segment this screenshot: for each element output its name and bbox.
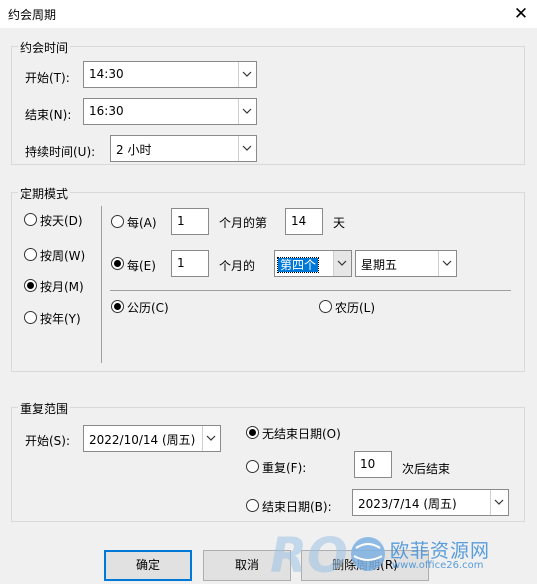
weekday-dropdown[interactable] <box>438 251 456 276</box>
end-by-label[interactable]: 结束日期(B): <box>262 498 332 515</box>
ordinal-dropdown[interactable] <box>333 251 351 276</box>
appointment-time-legend: 约会时间 <box>18 39 71 56</box>
end-time-value: 16:30 <box>89 104 124 118</box>
gregorian-radio[interactable] <box>111 300 124 313</box>
end-by-value: 2023/7/14 (周五) <box>358 497 457 511</box>
close-button[interactable]: ✕ <box>510 3 532 25</box>
end-after-label[interactable]: 重复(F): <box>262 459 306 476</box>
weekday-combo[interactable]: 星期五 <box>355 250 457 277</box>
chevron-down-icon <box>242 71 252 77</box>
duration-combo[interactable]: 2 小时 <box>110 135 257 162</box>
recurrence-pattern-legend: 定期模式 <box>18 185 71 202</box>
occurrences-input[interactable]: 10 <box>354 451 392 478</box>
occurrences-value: 10 <box>360 457 376 471</box>
close-icon: ✕ <box>513 4 529 24</box>
monthly-weekday-months-value: 1 <box>177 256 185 270</box>
chevron-down-icon <box>337 260 347 266</box>
recurrence-pattern-group <box>11 192 525 372</box>
end-by-dropdown[interactable] <box>490 490 508 515</box>
weekday-value: 星期五 <box>361 258 398 272</box>
daily-radio[interactable] <box>24 213 37 226</box>
occurrences-suffix: 次后结束 <box>402 462 451 476</box>
monthly-weekday-mid-label: 个月的 <box>219 259 256 273</box>
start-time-value: 14:30 <box>89 67 124 81</box>
ordinal-value: 第四个 <box>276 257 320 273</box>
duration-value: 2 小时 <box>116 143 152 157</box>
monthly-weekday-label[interactable]: 每(E) <box>127 257 156 274</box>
title-bar <box>0 0 537 28</box>
remove-recurrence-button[interactable]: 删除周期(R) <box>301 550 429 581</box>
monthly-day-months-value: 1 <box>177 214 185 228</box>
chevron-down-icon <box>242 145 252 151</box>
monthly-radio[interactable] <box>24 279 37 292</box>
weekly-label[interactable]: 按周(W) <box>40 247 85 264</box>
weekly-radio[interactable] <box>24 248 37 261</box>
yearly-radio[interactable] <box>24 311 37 324</box>
duration-dropdown[interactable] <box>238 136 256 161</box>
chevron-down-icon <box>206 435 216 441</box>
no-end-label[interactable]: 无结束日期(O) <box>262 425 341 442</box>
end-time-dropdown[interactable] <box>238 99 256 124</box>
range-start-combo[interactable]: 2022/10/14 (周五) <box>83 425 221 452</box>
day-of-month-value: 14 <box>291 214 307 228</box>
daily-label[interactable]: 按天(D) <box>40 212 83 229</box>
range-start-value: 2022/10/14 (周五) <box>89 433 196 447</box>
start-time-label: 开始(T): <box>25 71 70 85</box>
ok-button[interactable]: 确定 <box>104 550 192 581</box>
yearly-label[interactable]: 按年(Y) <box>40 310 81 327</box>
end-by-combo[interactable]: 2023/7/14 (周五) <box>352 489 509 516</box>
range-start-label: 开始(S): <box>25 434 71 448</box>
chevron-down-icon <box>242 108 252 114</box>
monthly-label[interactable]: 按月(M) <box>40 278 84 295</box>
end-by-radio[interactable] <box>246 499 259 512</box>
dialog-title: 约会周期 <box>8 8 57 22</box>
no-end-radio[interactable] <box>246 426 259 439</box>
monthly-day-mid-label: 个月的第 <box>219 216 268 230</box>
lunar-label[interactable]: 农历(L) <box>335 299 375 316</box>
day-of-month-input[interactable]: 14 <box>285 208 323 235</box>
pattern-divider <box>101 206 102 363</box>
monthly-day-radio[interactable] <box>111 215 124 228</box>
day-unit-label: 天 <box>333 216 346 230</box>
monthly-day-label[interactable]: 每(A) <box>127 214 157 231</box>
end-time-label: 结束(N): <box>25 108 72 122</box>
start-time-combo[interactable]: 14:30 <box>83 61 257 88</box>
ordinal-combo[interactable]: 第四个 <box>274 250 352 277</box>
cancel-button[interactable]: 取消 <box>203 550 291 581</box>
start-time-dropdown[interactable] <box>238 62 256 87</box>
calendar-divider <box>110 290 511 291</box>
chevron-down-icon <box>442 260 452 266</box>
monthly-weekday-months-input[interactable]: 1 <box>171 250 209 277</box>
gregorian-label[interactable]: 公历(C) <box>127 299 169 316</box>
monthly-weekday-radio[interactable] <box>111 257 124 270</box>
monthly-day-months-input[interactable]: 1 <box>171 208 209 235</box>
duration-label: 持续时间(U): <box>25 145 96 159</box>
lunar-radio[interactable] <box>319 300 332 313</box>
end-after-radio[interactable] <box>246 460 259 473</box>
recurrence-range-legend: 重复范围 <box>18 400 71 417</box>
chevron-down-icon <box>494 499 504 505</box>
end-time-combo[interactable]: 16:30 <box>83 98 257 125</box>
range-start-dropdown[interactable] <box>202 426 220 451</box>
